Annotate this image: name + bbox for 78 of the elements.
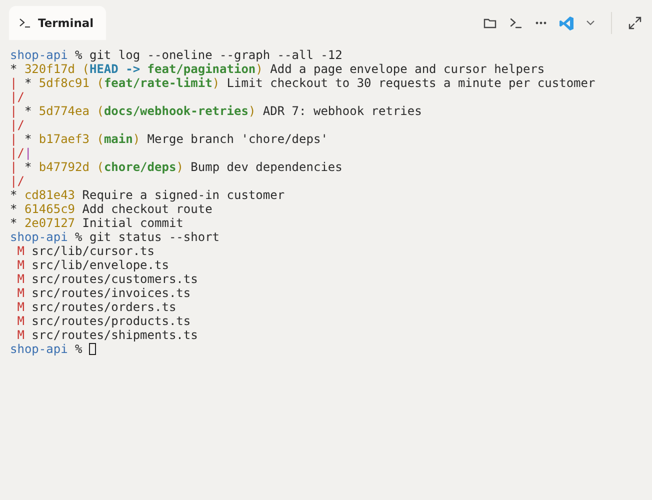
prompt-text: shop-api xyxy=(10,230,68,244)
ref-bracket: ( xyxy=(96,104,104,118)
status-letter: M xyxy=(16,286,24,300)
graph-line: | xyxy=(10,76,18,90)
status-letter: M xyxy=(16,328,24,342)
graph-line: |/ xyxy=(10,118,24,132)
graph-line: * xyxy=(24,104,32,118)
ref-bracket: ) xyxy=(176,160,184,174)
graph-line: |/ xyxy=(10,90,24,104)
terminal-tab[interactable]: Terminal xyxy=(9,6,106,40)
graph-line: |/ xyxy=(10,146,24,160)
folder-icon[interactable] xyxy=(483,16,497,30)
command-text: % git log --oneline --graph --all -12 xyxy=(74,48,342,62)
commit-message: Merge branch 'chore/deps' xyxy=(146,132,328,146)
commit-message: Bump dev dependencies xyxy=(190,160,342,174)
terminal-prompt-icon xyxy=(19,18,31,28)
commit-hash: b47792d xyxy=(38,160,90,174)
graph-line: | xyxy=(24,146,32,160)
branch-label: main xyxy=(104,132,133,146)
graph-line: * xyxy=(10,216,18,230)
ref-bracket: ( xyxy=(81,62,90,76)
branch-label: feat/pagination xyxy=(146,62,256,76)
graph-line: * xyxy=(10,202,18,216)
graph-line: | xyxy=(10,104,18,118)
command-text: % xyxy=(74,342,82,356)
commit-hash: 2e07127 xyxy=(23,216,76,230)
commit-message: Add checkout route xyxy=(81,202,212,216)
graph-line: * xyxy=(24,160,32,174)
commit-message: Limit checkout to 30 requests a minute per customer xyxy=(226,76,596,90)
commit-hash: 5d774ea xyxy=(38,104,90,118)
text-cursor xyxy=(89,343,96,355)
file-path: src/routes/orders.ts xyxy=(30,300,176,314)
expand-icon[interactable] xyxy=(628,16,642,30)
ref-bracket: ) xyxy=(132,132,140,146)
commit-hash: 5df8c91 xyxy=(38,76,90,90)
status-letter: M xyxy=(16,314,24,328)
commit-hash: 61465c9 xyxy=(23,202,76,216)
prompt-text: shop-api xyxy=(10,48,68,62)
file-path: src/routes/invoices.ts xyxy=(30,286,191,300)
more-icon[interactable] xyxy=(535,21,547,25)
ref-bracket: ) xyxy=(212,76,220,90)
commit-message: Add a page envelope and cursor helpers xyxy=(269,62,545,76)
file-path: src/routes/customers.ts xyxy=(30,272,198,286)
file-path: src/lib/envelope.ts xyxy=(30,258,169,272)
commit-hash: cd81e43 xyxy=(23,188,76,202)
status-letter: M xyxy=(16,244,24,258)
head-ref-label: HEAD -> xyxy=(89,62,140,76)
ref-bracket: ) xyxy=(248,104,256,118)
branch-label: feat/rate-limit xyxy=(104,76,212,90)
commit-message: Require a signed-in customer xyxy=(81,188,285,202)
graph-line: * xyxy=(23,132,32,146)
branch-label: chore/deps xyxy=(104,160,176,174)
ref-bracket: ( xyxy=(96,132,104,146)
prompt-text: shop-api xyxy=(10,342,68,356)
branch-label: docs/webhook-retries xyxy=(104,104,248,118)
ref-bracket: ( xyxy=(96,76,104,90)
graph-line: | xyxy=(10,160,18,174)
ref-bracket: ) xyxy=(256,62,263,76)
status-letter: M xyxy=(16,300,24,314)
file-path: src/routes/products.ts xyxy=(30,314,191,328)
graph-line: |/ xyxy=(10,174,24,188)
status-letter: M xyxy=(16,258,24,272)
commit-message: Initial commit xyxy=(81,216,184,230)
graph-line: | xyxy=(10,132,18,146)
code-editor-logo-icon[interactable] xyxy=(559,16,574,30)
file-path: src/lib/cursor.ts xyxy=(30,244,154,258)
status-letter: M xyxy=(16,272,24,286)
graph-line: * xyxy=(10,62,18,76)
terminal-icon[interactable] xyxy=(509,16,523,30)
commit-hash: 320f17d xyxy=(23,62,76,76)
command-text: % git status --short xyxy=(74,230,220,244)
chevron-down-icon[interactable] xyxy=(586,20,595,26)
commit-message: ADR 7: webhook retries xyxy=(262,104,422,118)
ref-bracket: ( xyxy=(96,160,104,174)
graph-line: * xyxy=(24,76,32,90)
graph-line: * xyxy=(10,188,18,202)
commit-hash: b17aef3 xyxy=(38,132,90,146)
file-path: src/routes/shipments.ts xyxy=(30,328,198,342)
